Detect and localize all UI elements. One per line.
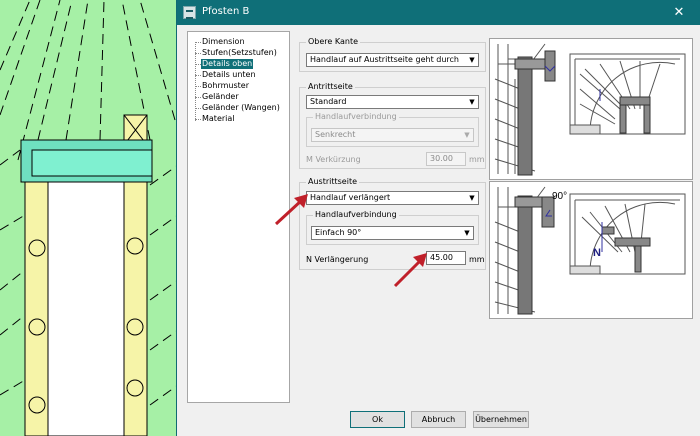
top-illustration — [489, 38, 693, 180]
austrittseite-handlauf-select[interactable]: Einfach 90° ▼ — [311, 226, 474, 240]
annotation-arrow — [393, 253, 427, 288]
cancel-button[interactable]: Abbruch — [411, 411, 466, 428]
title-bar[interactable]: Pfosten B ✕ — [177, 0, 700, 25]
n-label: N — [593, 247, 601, 259]
tree-item-details-unten[interactable]: Details unten — [201, 70, 257, 80]
austrittseite-handlauf-title: Handlaufverbindung — [313, 210, 399, 219]
tree-item-details-oben[interactable]: Details oben — [201, 59, 254, 69]
antrittseite-handlauf-select[interactable]: Senkrecht ▼ — [311, 128, 474, 142]
antrittseite-handlauf-group: Handlaufverbindung Senkrecht ▼ — [306, 112, 479, 147]
chevron-down-icon: ▼ — [464, 229, 470, 237]
chevron-down-icon: ▼ — [469, 98, 475, 106]
austrittseite-select[interactable]: Handlauf verlängert ▼ — [306, 191, 479, 205]
button-bar: Ok Abbruch Übernehmen — [177, 403, 700, 436]
antrittseite-handlauf-title: Handlaufverbindung — [313, 112, 399, 121]
verlaengerung-label: N Verlängerung — [306, 255, 369, 264]
tree-item-dimension[interactable]: Dimension — [201, 37, 246, 47]
dialog-window: Pfosten B ✕ Dimension Stufen(Setzstufen)… — [176, 0, 700, 436]
verkuerzung-unit: mm — [469, 155, 485, 164]
tree-item-gelaender[interactable]: Geländer — [201, 92, 240, 102]
obere-kante-value: Handlauf auf Austrittseite geht durch — [310, 55, 459, 64]
stair-top-illustration — [494, 43, 686, 176]
antrittseite-select[interactable]: Standard ▼ — [306, 95, 479, 109]
chevron-down-icon: ▼ — [464, 131, 470, 139]
chevron-down-icon: ▼ — [469, 194, 475, 202]
austrittseite-handlauf-group: Handlaufverbindung Einfach 90° ▼ — [306, 210, 479, 245]
window-title: Pfosten B — [202, 6, 250, 17]
app-icon — [183, 6, 196, 19]
chevron-down-icon: ▼ — [469, 56, 475, 64]
obere-kante-title: Obere Kante — [306, 37, 361, 46]
verkuerzung-input[interactable]: 30.00 — [426, 152, 466, 166]
antrittseite-handlauf-value: Senkrecht — [315, 130, 356, 139]
obere-kante-group: Obere Kante Handlauf auf Austrittseite g… — [299, 37, 486, 72]
tree-item-material[interactable]: Material — [201, 114, 236, 124]
antrittseite-title: Antrittseite — [306, 82, 355, 91]
close-button[interactable]: ✕ — [657, 0, 700, 25]
tree-item-stufen[interactable]: Stufen(Setzstufen) — [201, 48, 278, 58]
annotation-arrow — [274, 194, 308, 226]
antrittseite-group: Antrittseite Standard ▼ Handlaufverbindu… — [299, 82, 486, 169]
verkuerzung-label: M Verkürzung — [306, 155, 361, 164]
tree-item-gelaender-wangen[interactable]: Geländer (Wangen) — [201, 103, 281, 113]
apply-button[interactable]: Übernehmen — [473, 411, 529, 428]
austrittseite-title: Austrittseite — [306, 177, 360, 186]
verlaengerung-unit: mm — [469, 255, 485, 264]
austrittseite-handlauf-value: Einfach 90° — [315, 228, 362, 237]
bottom-illustration: 90° N — [489, 181, 693, 319]
verlaengerung-input[interactable]: 45.00 — [426, 251, 466, 265]
obere-kante-select[interactable]: Handlauf auf Austrittseite geht durch ▼ — [306, 53, 479, 67]
antrittseite-value: Standard — [310, 97, 347, 106]
angle-label: 90° — [552, 191, 567, 202]
cad-drawing — [0, 0, 178, 436]
tree-item-bohrmuster[interactable]: Bohrmuster — [201, 81, 250, 91]
austrittseite-value: Handlauf verlängert — [310, 193, 391, 202]
cad-drawing-area[interactable] — [0, 0, 178, 436]
ok-button[interactable]: Ok — [350, 411, 405, 428]
stair-bottom-illustration: 90° N — [494, 186, 686, 315]
